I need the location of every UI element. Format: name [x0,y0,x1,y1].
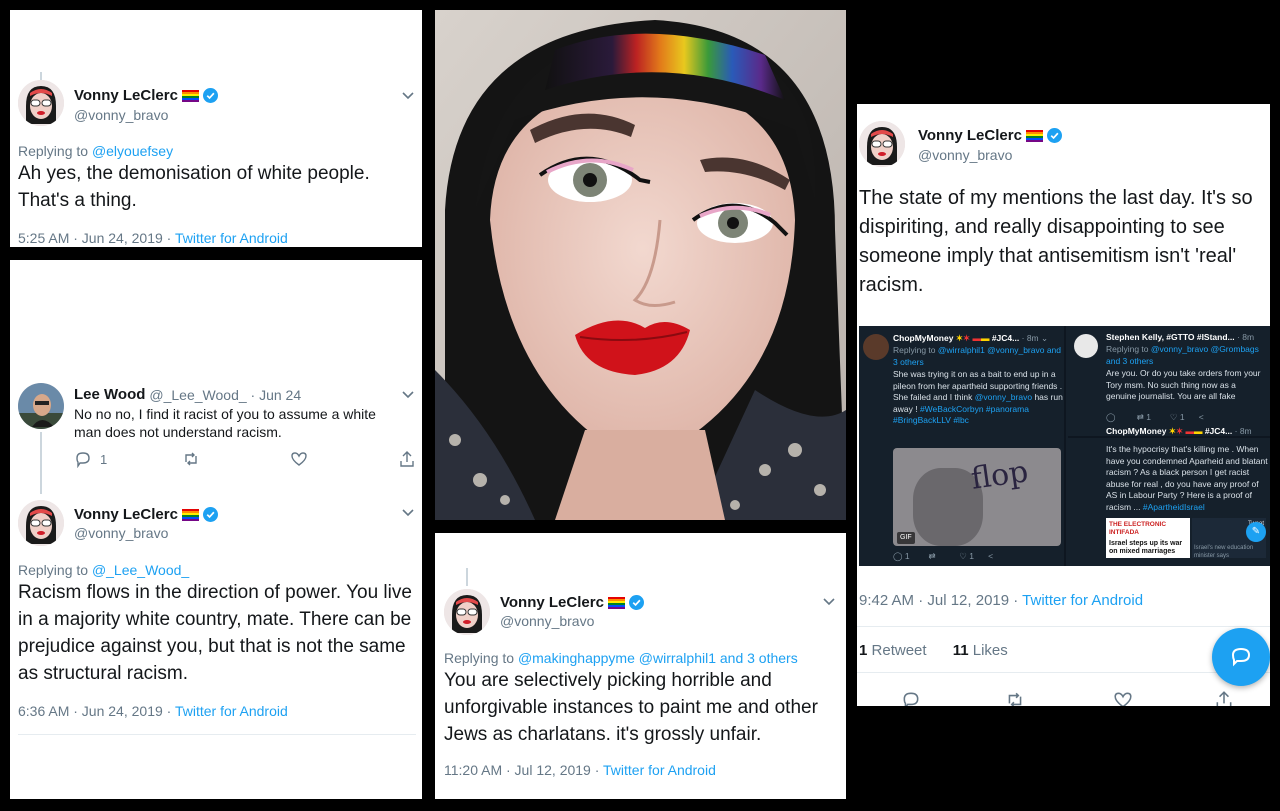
tweet-panel-3: Vonny LeClerc @vonny_bravo Replying to @… [435,533,846,799]
portrait-photo [435,10,846,520]
divider [857,672,1270,673]
verified-badge-icon [202,507,218,522]
parent-tweet-text: No no no, I find it racist of you to ass… [74,406,376,440]
replying-to: Replying to @makinghappyme @wirralphil1 … [444,650,798,666]
source-link[interactable]: Twitter for Android [1022,592,1143,609]
author-handle[interactable]: @vonny_bravo [74,107,168,123]
avatar[interactable] [18,500,64,546]
tweet-timestamp: 11:20 AM · Jul 12, 2019 · Twitter for An… [444,762,716,778]
embedded-screenshot: ChopMyMoney ✶✶ ▬▬ #JC4... · 8m ⌄ Replyin… [859,326,1270,566]
rainbow-flag-icon [181,508,199,521]
tweet-timestamp: 6:36 AM · Jun 24, 2019 · Twitter for And… [18,703,288,719]
author-name[interactable]: Vonny LeClerc [74,506,218,523]
tweet-text: Ah yes, the demonisation of white people… [18,163,370,211]
parent-author-name[interactable]: Lee Wood @_Lee_Wood_ · Jun 24 [74,386,301,403]
divider [18,734,416,735]
avatar [1074,334,1098,358]
tweet-text: You are selectively picking horrible and… [444,670,818,745]
embedded-tweet-left: ChopMyMoney ✶✶ ▬▬ #JC4... · 8m ⌄ Replyin… [859,326,1066,566]
author-handle[interactable]: @vonny_bravo [918,147,1012,163]
share-icon[interactable] [1214,690,1234,706]
avatar[interactable] [18,80,64,126]
embedded-tweet-right-top: Stephen Kelly, #GTTO #IStand... · 8m Rep… [1068,326,1270,438]
compose-icon [1231,647,1251,667]
source-link[interactable]: Twitter for Android [603,762,716,778]
gif-preview: flop GIF [893,448,1061,546]
author-name[interactable]: Vonny LeClerc [500,594,644,611]
tweet-stats: 1 Retweet 11 Likes [859,642,1008,659]
retweet-stat[interactable]: 1 Retweet [859,642,927,659]
avatar [863,334,889,360]
tweet-panel-2: Lee Wood @_Lee_Wood_ · Jun 24 No no no, … [10,260,422,799]
like-icon[interactable] [290,450,308,468]
tweet-text: Racism flows in the direction of power. … [18,582,412,684]
tweet-panel-4: Vonny LeClerc @vonny_bravo The state of … [857,104,1270,706]
tweet-panel-1: Vonny LeClerc @vonny_bravo Replying to @… [10,10,422,247]
link-card: THE ELECTRONIC INTIFADA Israel steps up … [1106,518,1190,558]
reply-to-link[interactable]: @makinghappyme @wirralphil1 and 3 others [518,650,798,666]
avatar[interactable] [18,383,64,429]
avatar[interactable] [859,121,905,167]
reply-icon[interactable] [74,450,92,468]
verified-badge-icon [1046,128,1062,143]
verified-badge-icon [628,595,644,610]
portrait-image [435,10,846,520]
reply-to-link[interactable]: @elyouefsey [92,143,173,159]
like-icon[interactable] [1113,690,1133,706]
chevron-down-icon[interactable] [822,594,836,608]
reply-count: 1 [100,452,108,467]
retweet-icon[interactable] [1005,690,1025,706]
verified-badge-icon [202,88,218,103]
rainbow-flag-icon [607,596,625,609]
replying-to: Replying to @_Lee_Wood_ [18,562,190,578]
parent-author-handle[interactable]: @_Lee_Wood_ · Jun 24 [149,387,301,403]
author-name[interactable]: Vonny LeClerc [918,127,1062,144]
retweet-icon[interactable] [182,450,200,468]
tweet-timestamp: 9:42 AM · Jul 12, 2019 · Twitter for And… [859,592,1144,609]
author-name[interactable]: Vonny LeClerc [74,87,218,104]
source-link[interactable]: Twitter for Android [175,703,288,719]
likes-stat[interactable]: 11 Likes [953,642,1008,659]
chevron-down-icon[interactable] [401,88,415,102]
chevron-down-icon[interactable] [401,505,415,519]
rainbow-flag-icon [181,89,199,102]
reply-icon[interactable] [901,690,921,706]
tweet-text: The state of my mentions the last day. I… [859,187,1253,296]
thread-connector [40,432,42,494]
author-handle[interactable]: @vonny_bravo [500,613,594,629]
rainbow-flag-icon [1025,129,1043,142]
avatar[interactable] [444,589,490,635]
thread-connector [40,72,42,80]
divider [857,626,1270,627]
thread-connector [466,568,468,586]
reply-to-link[interactable]: @_Lee_Wood_ [92,562,189,578]
source-link[interactable]: Twitter for Android [175,230,288,246]
compose-fab-small: ✎ [1246,522,1266,542]
share-icon[interactable] [398,450,416,468]
replying-to: Replying to @elyouefsey [18,143,174,159]
embedded-tweet-right-bottom: It's the hypocrisy that's killing me . W… [1106,444,1268,559]
chevron-down-icon[interactable] [401,387,415,401]
author-handle[interactable]: @vonny_bravo [74,525,168,541]
compose-tweet-button[interactable] [1212,628,1270,686]
tweet-timestamp: 5:25 AM · Jun 24, 2019 · Twitter for And… [18,230,288,246]
